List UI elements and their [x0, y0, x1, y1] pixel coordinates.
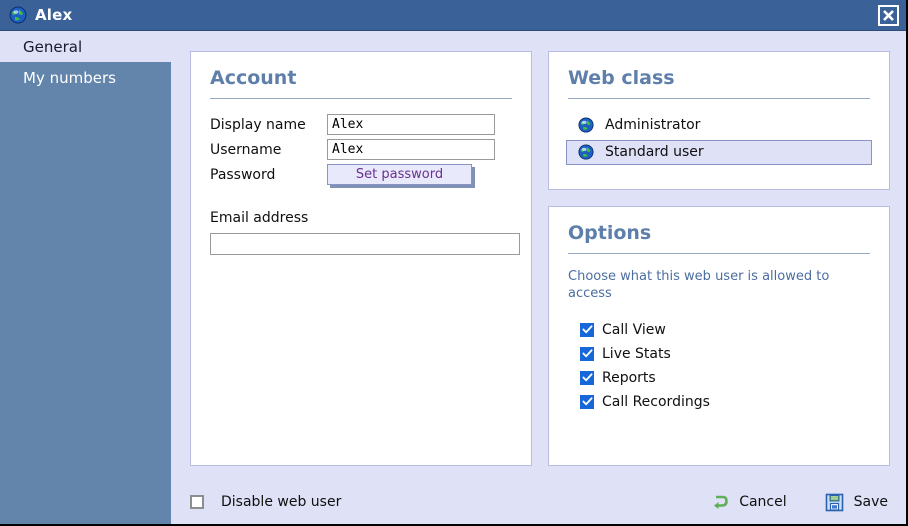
option-label: Reports — [602, 370, 656, 386]
display-name-row: Display name — [210, 113, 512, 137]
panel-divider — [210, 98, 512, 99]
save-label: Save — [854, 494, 888, 510]
checkbox-checked-icon[interactable] — [580, 323, 594, 337]
globe-icon — [9, 6, 27, 24]
option-call-view[interactable]: Call View — [568, 318, 870, 342]
display-name-label: Display name — [210, 117, 327, 133]
globe-icon — [578, 144, 594, 160]
account-panel-title: Account — [210, 68, 512, 98]
disable-web-user-label: Disable web user — [221, 494, 341, 510]
web-class-panel: Web class Administrator — [548, 51, 890, 190]
panel-divider — [568, 253, 870, 254]
username-row: Username — [210, 138, 512, 162]
set-password-button[interactable]: Set password — [327, 164, 472, 185]
footer-actions: Cancel Save — [672, 493, 888, 512]
option-label: Live Stats — [602, 346, 671, 362]
checkbox-unchecked-icon[interactable] — [190, 495, 204, 509]
sidebar: General My numbers — [0, 31, 171, 526]
option-live-stats[interactable]: Live Stats — [568, 342, 870, 366]
save-button[interactable]: Save — [825, 493, 888, 512]
content-area: Account Display name Username Password S… — [171, 31, 906, 526]
dialog-footer: Disable web user Cancel — [171, 478, 906, 526]
options-description: Choose what this web user is allowed to … — [568, 268, 853, 302]
cancel-button[interactable]: Cancel — [710, 493, 786, 512]
set-password-wrapper: Set password — [327, 164, 475, 186]
account-panel: Account Display name Username Password S… — [190, 51, 532, 466]
web-class-panel-title: Web class — [568, 68, 870, 98]
checkbox-checked-icon[interactable] — [580, 347, 594, 361]
option-call-recordings[interactable]: Call Recordings — [568, 390, 870, 414]
option-reports[interactable]: Reports — [568, 366, 870, 390]
cancel-label: Cancel — [739, 494, 786, 510]
password-label: Password — [210, 167, 327, 183]
window-title: Alex — [35, 8, 72, 23]
disable-web-user-checkbox[interactable]: Disable web user — [190, 494, 341, 510]
email-address-input[interactable] — [210, 233, 520, 255]
password-row: Password Set password — [210, 163, 512, 187]
options-panel-title: Options — [568, 223, 870, 253]
sidebar-item-label: My numbers — [23, 69, 116, 87]
username-label: Username — [210, 142, 327, 158]
checkbox-checked-icon[interactable] — [580, 395, 594, 409]
panel-divider — [568, 98, 870, 99]
web-user-dialog: Alex General My numbers Account Display … — [0, 0, 908, 526]
web-class-item-label: Standard user — [605, 144, 704, 160]
globe-icon — [578, 117, 594, 133]
option-label: Call View — [602, 322, 666, 338]
sidebar-item-label: General — [23, 38, 82, 56]
username-input[interactable] — [327, 139, 495, 160]
email-address-label: Email address — [210, 210, 512, 226]
floppy-disk-icon — [825, 493, 844, 512]
option-label: Call Recordings — [602, 394, 710, 410]
sidebar-item-my-numbers[interactable]: My numbers — [0, 62, 171, 93]
web-class-item-standard-user[interactable]: Standard user — [566, 140, 872, 165]
options-panel: Options Choose what this web user is all… — [548, 206, 890, 466]
web-class-item-administrator[interactable]: Administrator — [568, 113, 870, 138]
sidebar-item-general[interactable]: General — [0, 31, 171, 62]
title-bar: Alex — [0, 0, 906, 31]
checkbox-checked-icon[interactable] — [580, 371, 594, 385]
close-icon[interactable] — [878, 5, 899, 26]
undo-arrow-icon — [710, 493, 729, 512]
web-class-item-label: Administrator — [605, 117, 700, 133]
display-name-input[interactable] — [327, 114, 495, 135]
